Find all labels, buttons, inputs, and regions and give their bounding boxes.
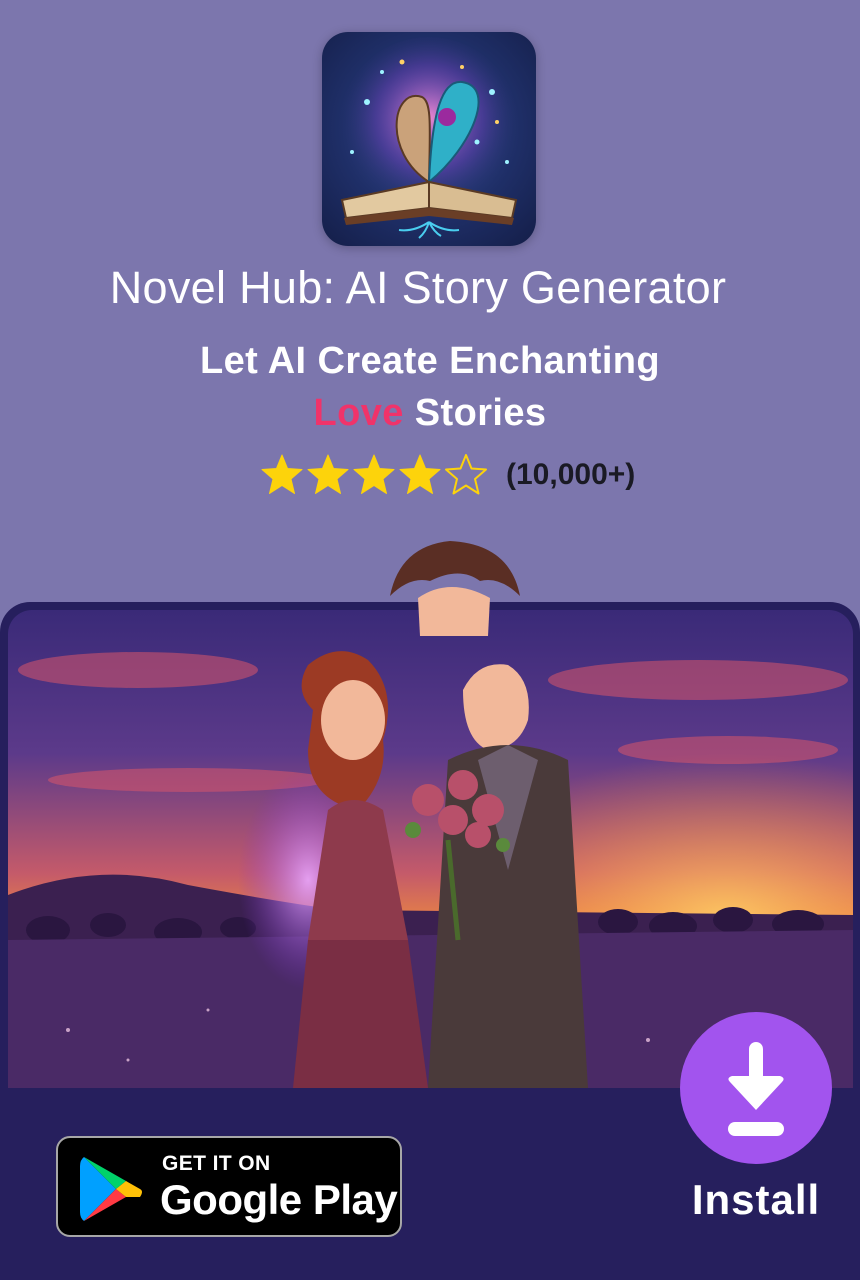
- install-button[interactable]: [680, 1012, 832, 1164]
- star-filled-icon: [399, 454, 441, 494]
- tagline-highlight: Love: [313, 392, 404, 434]
- tagline-line-2: Love Stories: [0, 392, 860, 435]
- app-icon: [322, 32, 536, 246]
- star-rating: [260, 453, 490, 497]
- star-empty-icon: [445, 454, 487, 495]
- star-filled-icon: [307, 454, 349, 494]
- app-title: Novel Hub: AI Story Generator: [109, 262, 727, 313]
- badge-store-name: Google Play: [160, 1176, 398, 1223]
- hero-image: [8, 610, 853, 1088]
- couple-sunset-illustration: [8, 610, 853, 1088]
- tagline-line-1: Let AI Create Enchanting: [199, 340, 661, 382]
- rating: (10,000+): [260, 452, 635, 498]
- open-book-icon: [339, 37, 519, 239]
- star-filled-icon: [353, 454, 395, 494]
- google-play-badge[interactable]: GET IT ON Google Play: [56, 1136, 402, 1237]
- rating-count: (10,000+): [506, 458, 636, 491]
- badge-small-text: GET IT ON: [162, 1152, 271, 1175]
- star-filled-icon: [261, 454, 303, 494]
- download-icon: [728, 1042, 784, 1136]
- google-play-icon: [80, 1157, 142, 1221]
- tagline-rest: Stories: [403, 392, 547, 434]
- install-label[interactable]: Install: [680, 1176, 832, 1224]
